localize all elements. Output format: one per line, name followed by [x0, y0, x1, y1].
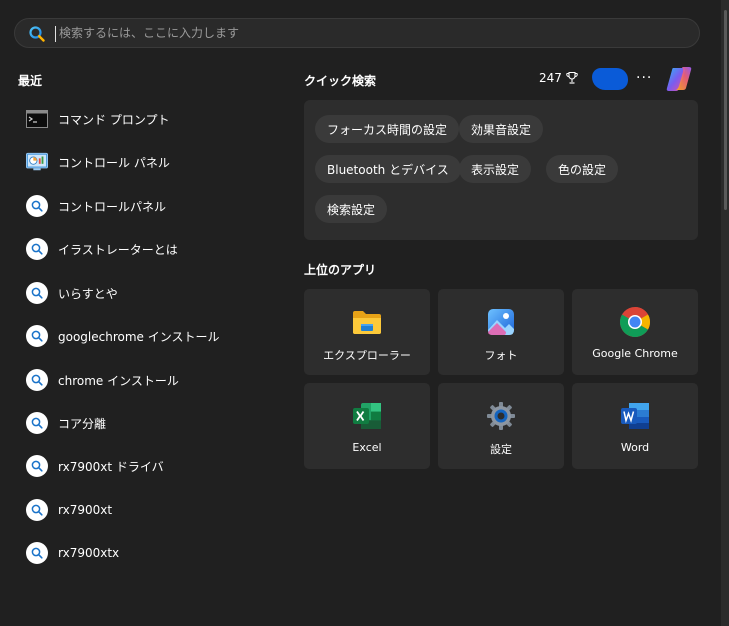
web-search-icon: [26, 325, 48, 347]
recent-item-control-panel[interactable]: コントロール パネル: [18, 146, 278, 178]
settings-gear-icon: [487, 402, 515, 430]
web-search-icon: [26, 369, 48, 391]
search-input[interactable]: [59, 19, 659, 47]
app-tile-settings[interactable]: 設定: [438, 383, 564, 469]
recent-item-label: rx7900xtx: [58, 546, 120, 560]
search-icon: [29, 26, 45, 42]
recent-item-label: コントロールパネル: [58, 199, 167, 214]
web-search-icon: [26, 195, 48, 217]
copilot-icon[interactable]: [664, 64, 694, 94]
app-tile-google-chrome[interactable]: Google Chrome: [572, 289, 698, 375]
recent-item-search[interactable]: コア分離: [18, 407, 278, 439]
app-tile-file-explorer[interactable]: エクスプローラー: [304, 289, 430, 375]
chip-sound-effects-settings[interactable]: 効果音設定: [459, 115, 544, 143]
control-panel-icon: [26, 151, 48, 173]
app-label: Google Chrome: [592, 347, 678, 360]
search-box[interactable]: [14, 18, 700, 48]
more-options-icon[interactable]: ···: [636, 70, 652, 86]
recent-item-label: rx7900xt ドライバ: [58, 459, 164, 474]
chip-display-settings[interactable]: 表示設定: [459, 155, 532, 183]
web-search-icon: [26, 499, 48, 521]
recent-title: 最近: [18, 74, 43, 88]
recent-item-search[interactable]: rx7900xt: [18, 494, 278, 526]
word-icon: [621, 403, 649, 429]
quick-search-panel: フォーカス時間の設定 効果音設定 Bluetooth とデバイス 表示設定 色の…: [304, 100, 698, 240]
account-avatar[interactable]: [592, 68, 628, 90]
recent-item-search[interactable]: コントロールパネル: [18, 190, 278, 222]
top-apps-title: 上位のアプリ: [304, 263, 377, 277]
recent-item-label: コマンド プロンプト: [58, 112, 170, 127]
app-tile-photos[interactable]: フォト: [438, 289, 564, 375]
web-search-icon: [26, 238, 48, 260]
recent-item-label: rx7900xt: [58, 503, 113, 517]
rewards-points[interactable]: 247: [539, 71, 579, 85]
app-tile-excel[interactable]: Excel: [304, 383, 430, 469]
photos-icon: [488, 309, 514, 335]
points-value: 247: [539, 71, 562, 85]
app-label: 設定: [490, 443, 512, 456]
web-search-icon: [26, 282, 48, 304]
chip-focus-time-settings[interactable]: フォーカス時間の設定: [315, 115, 460, 143]
trophy-icon: [566, 71, 578, 84]
recent-item-search[interactable]: chrome インストール: [18, 364, 278, 396]
quick-search-title: クイック検索: [304, 74, 377, 88]
chip-bluetooth-devices[interactable]: Bluetooth とデバイス: [315, 155, 461, 183]
recent-item-label: いらすとや: [58, 286, 118, 301]
recent-item-label: コア分離: [58, 416, 107, 431]
app-label: Excel: [352, 441, 382, 454]
recent-item-label: コントロール パネル: [58, 155, 170, 170]
file-explorer-icon: [353, 311, 381, 334]
recent-item-search[interactable]: いらすとや: [18, 277, 278, 309]
app-label: Word: [620, 441, 650, 454]
recent-item-label: googlechrome インストール: [58, 329, 220, 344]
app-label: フォト: [484, 349, 518, 362]
recent-item-search[interactable]: googlechrome インストール: [18, 320, 278, 352]
command-prompt-icon: [26, 108, 48, 130]
app-tile-word[interactable]: Word: [572, 383, 698, 469]
scrollbar[interactable]: [721, 0, 729, 626]
text-caret: [55, 26, 56, 42]
recent-item-label: イラストレーターとは: [58, 242, 178, 257]
chip-search-settings[interactable]: 検索設定: [315, 195, 388, 223]
web-search-icon: [26, 455, 48, 477]
scrollbar-thumb[interactable]: [724, 10, 727, 210]
recent-item-search[interactable]: rx7900xt ドライバ: [18, 450, 278, 482]
app-label: エクスプローラー: [323, 349, 411, 362]
recent-item-search[interactable]: イラストレーターとは: [18, 233, 278, 265]
recent-item-search[interactable]: rx7900xtx: [18, 537, 278, 569]
chip-color-settings[interactable]: 色の設定: [546, 155, 619, 183]
web-search-icon: [26, 412, 48, 434]
excel-icon: [353, 403, 381, 429]
chrome-icon: [619, 307, 651, 338]
recent-item-command-prompt[interactable]: コマンド プロンプト: [18, 103, 278, 135]
recent-item-label: chrome インストール: [58, 373, 179, 388]
web-search-icon: [26, 542, 48, 564]
